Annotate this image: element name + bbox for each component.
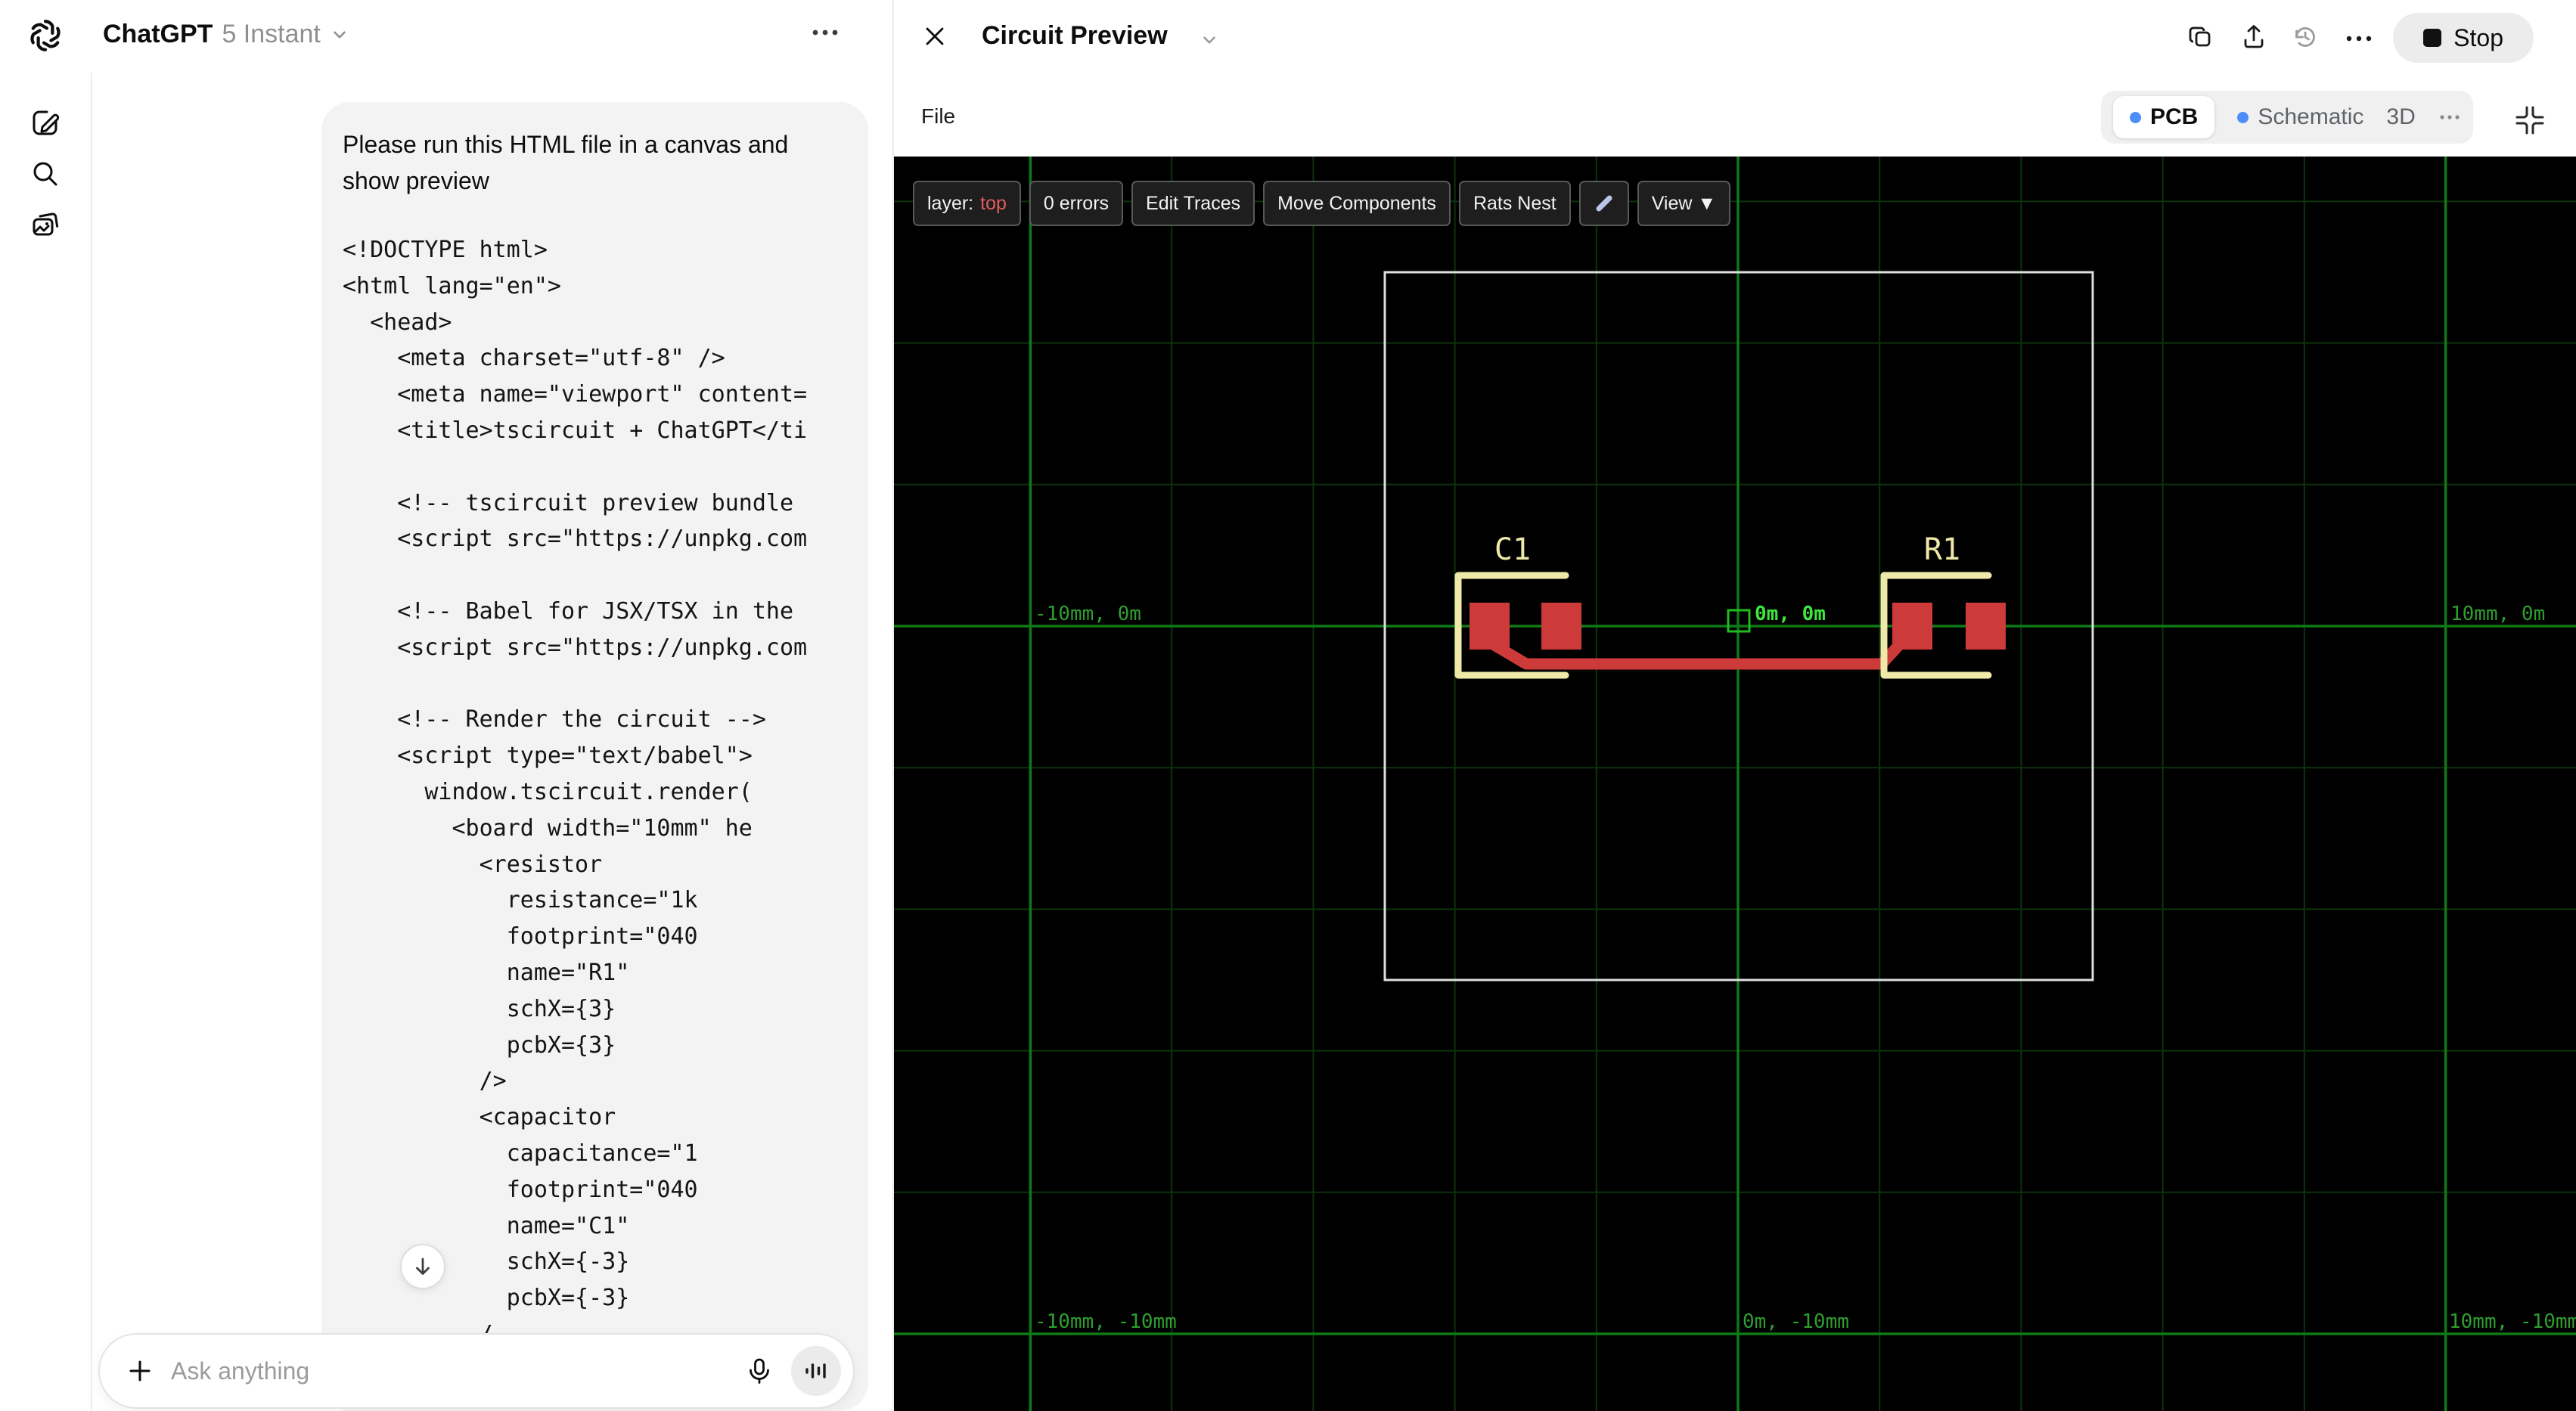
r1-pad1[interactable]	[1892, 603, 1932, 650]
library-icon[interactable]	[29, 209, 62, 246]
pcb-canvas[interactable]: layer: top 0 errors Edit Traces Move Com…	[894, 157, 2576, 1411]
chat-options-icon[interactable]	[811, 27, 840, 42]
pcb-grid	[894, 157, 2576, 1411]
user-message-code: <!DOCTYPE html> <html lang="en"> <head> …	[343, 237, 808, 1347]
component-r1[interactable]: R1	[1880, 532, 2006, 679]
pencil-tool-button[interactable]	[1578, 181, 1629, 226]
model-switcher[interactable]: ChatGPT 5 Instant	[103, 20, 349, 49]
collapse-canvas-icon[interactable]	[2514, 104, 2546, 140]
share-icon[interactable]	[2240, 23, 2267, 54]
tab-schematic[interactable]: Schematic	[2237, 104, 2363, 130]
search-icon[interactable]	[29, 157, 62, 194]
file-menu[interactable]: File	[921, 104, 955, 129]
app-root: ChatGPT 5 Instant Please run this HTML f…	[0, 0, 2576, 1411]
c1-pad2[interactable]	[1541, 603, 1581, 650]
c1-refdes: C1	[1494, 532, 1531, 567]
message-input[interactable]	[169, 1356, 728, 1386]
tab-pcb[interactable]: PCB	[2113, 96, 2215, 138]
canvas-header: Circuit Preview Stop	[894, 0, 2576, 76]
view-tabs: PCB Schematic 3D	[2101, 91, 2473, 144]
errors-button[interactable]: 0 errors	[1029, 181, 1124, 226]
user-message-bubble: Please run this HTML file in a canvas an…	[321, 102, 868, 1411]
canvas-panel: Circuit Preview Stop File PCB Schematic …	[892, 0, 2576, 1411]
voice-waveform-icon	[805, 1363, 826, 1378]
close-canvas-icon[interactable]	[921, 23, 948, 54]
rats-nest-button[interactable]: Rats Nest	[1458, 181, 1571, 226]
stop-square-icon	[2423, 29, 2442, 47]
new-chat-icon[interactable]	[29, 106, 62, 143]
dictate-mic-icon[interactable]	[744, 1356, 774, 1386]
grid-label-right-bottom: 10mm, -10mm	[2449, 1310, 2576, 1333]
stop-button[interactable]: Stop	[2393, 13, 2534, 63]
attach-plus-icon[interactable]	[127, 1358, 153, 1384]
pencil-icon	[1596, 195, 1612, 212]
origin-label: 0m, 0m	[1755, 603, 1826, 625]
schematic-status-dot	[2237, 111, 2249, 123]
voice-mode-button[interactable]	[791, 1346, 841, 1396]
r1-refdes: R1	[1924, 532, 1960, 567]
scroll-to-bottom-button[interactable]	[400, 1244, 445, 1289]
pcb-toolbar: layer: top 0 errors Edit Traces Move Com…	[913, 181, 1731, 226]
app-title: ChatGPT	[103, 20, 213, 48]
layer-value: top	[980, 192, 1007, 214]
arrow-down-icon	[416, 1257, 430, 1275]
canvas-title[interactable]: Circuit Preview	[982, 21, 1168, 51]
view-dropdown-button[interactable]: View ▼	[1637, 181, 1731, 226]
user-message-text: Please run this HTML file in a canvas an…	[343, 131, 789, 194]
tab-more-icon[interactable]	[2438, 113, 2461, 121]
edit-traces-button[interactable]: Edit Traces	[1131, 181, 1255, 226]
chat-header: ChatGPT 5 Instant	[91, 0, 892, 73]
history-icon[interactable]	[2292, 23, 2319, 54]
openai-logo-icon[interactable]	[26, 17, 64, 58]
canvas-menubar: File PCB Schematic 3D	[894, 76, 2576, 157]
grid-label-left-mid: -10mm, 0m	[1035, 603, 1141, 625]
c1-pad1[interactable]	[1470, 603, 1510, 650]
layer-button[interactable]: layer: top	[913, 181, 1021, 226]
composer	[98, 1333, 855, 1409]
model-name: 5 Instant	[222, 20, 321, 48]
move-components-button[interactable]: Move Components	[1263, 181, 1451, 226]
grid-label-center-bottom: 0m, -10mm	[1743, 1310, 1849, 1333]
copy-icon[interactable]	[2187, 23, 2214, 54]
chevron-down-icon	[334, 30, 346, 39]
pcb-status-dot	[2130, 111, 2141, 123]
canvas-title-chevron-icon[interactable]	[1200, 30, 1219, 54]
pcb-drawing[interactable]: C1 R1 0m, 0m -10mm, 0m 10mm, 0m -10mm, -…	[894, 157, 2576, 1411]
canvas-options-icon[interactable]	[2345, 33, 2373, 47]
r1-pad2[interactable]	[1966, 603, 2006, 650]
grid-label-right-mid: 10mm, 0m	[2450, 603, 2545, 625]
grid-label-left-bottom: -10mm, -10mm	[1035, 1310, 1177, 1333]
sidebar-rail	[0, 0, 92, 1411]
tab-3d[interactable]: 3D	[2386, 104, 2415, 130]
